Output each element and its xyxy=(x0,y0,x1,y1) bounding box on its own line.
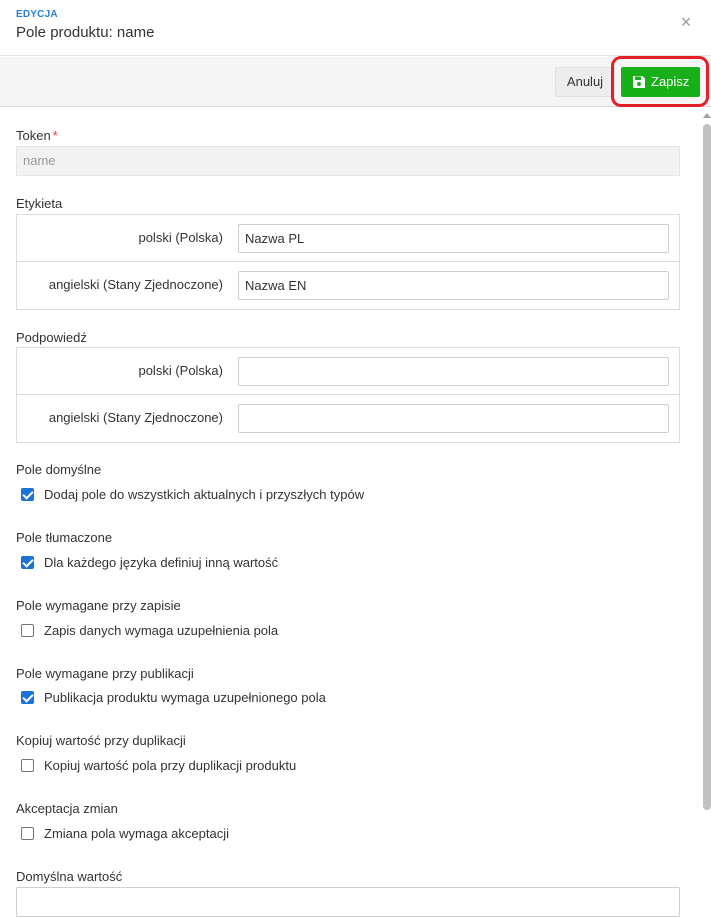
podpowiedz-row-pl: polski (Polska) xyxy=(17,348,679,395)
option-label-default[interactable]: Dodaj pole do wszystkich aktualnych i pr… xyxy=(44,487,364,502)
etykieta-label: Etykieta xyxy=(16,196,63,211)
lang-name-en: angielski (Stany Zjednoczone) xyxy=(48,277,223,292)
lang-name-pl: polski (Polska) xyxy=(138,363,223,378)
close-icon[interactable]: × xyxy=(678,13,694,31)
option-section-required-save: Pole wymagane przy zapisie xyxy=(16,598,181,613)
option-section-translated: Pole tłumaczone xyxy=(16,530,113,545)
option-section-accept-changes: Akceptacja zmian xyxy=(16,801,118,816)
podpowiedz-label: Podpowiedź xyxy=(16,330,87,345)
option-label-translated[interactable]: Dla każdego języka definiuj inną wartość xyxy=(44,555,278,570)
required-marker: * xyxy=(52,128,58,143)
scroll-up-arrow-icon[interactable] xyxy=(703,113,711,118)
podpowiedz-group: polski (Polska) angielski (Stany Zjednoc… xyxy=(16,347,680,443)
podpowiedz-en-input[interactable] xyxy=(238,404,669,433)
option-checkbox-default[interactable] xyxy=(21,488,34,501)
dialog-header: EDYCJA Pole produktu: name × xyxy=(0,0,711,56)
etykieta-row-en: angielski (Stany Zjednoczone) Nazwa EN xyxy=(17,262,679,309)
option-label-required-save[interactable]: Zapis danych wymaga uzupełnienia pola xyxy=(44,623,278,638)
scrollbar-thumb[interactable] xyxy=(703,124,711,810)
action-toolbar: Anuluj xyxy=(0,57,711,107)
default-value-label: Domyślna wartość xyxy=(16,869,123,884)
option-checkbox-required-save[interactable] xyxy=(21,624,34,637)
save-highlight-outline xyxy=(611,56,709,107)
lang-name-pl: polski (Polska) xyxy=(138,230,223,245)
lang-name-en: angielski (Stany Zjednoczone) xyxy=(48,410,223,425)
token-field: name xyxy=(16,146,680,176)
option-checkbox-copy-duplicate[interactable] xyxy=(21,759,34,772)
etykieta-group: polski (Polska) Nazwa PL angielski (Stan… xyxy=(16,214,680,310)
option-section-default: Pole domyślne xyxy=(16,462,102,477)
token-label: Token * xyxy=(16,128,58,143)
option-label-copy-duplicate[interactable]: Kopiuj wartość pola przy duplikacji prod… xyxy=(44,758,296,773)
option-label-required-publish[interactable]: Publikacja produktu wymaga uzupełnionego… xyxy=(44,690,326,705)
option-label-accept-changes[interactable]: Zmiana pola wymaga akceptacji xyxy=(44,826,229,841)
dialog-subtitle: EDYCJA xyxy=(16,9,58,20)
etykieta-row-pl: polski (Polska) Nazwa PL xyxy=(17,215,679,262)
option-section-required-publish: Pole wymagane przy publikacji xyxy=(16,666,194,681)
etykieta-pl-input[interactable]: Nazwa PL xyxy=(238,224,669,253)
podpowiedz-row-en: angielski (Stany Zjednoczone) xyxy=(17,395,679,442)
dialog-title: Pole produktu: name xyxy=(16,24,155,41)
option-section-copy-duplicate: Kopiuj wartość przy duplikacji xyxy=(16,733,186,748)
podpowiedz-pl-input[interactable] xyxy=(238,357,669,386)
cancel-button[interactable]: Anuluj xyxy=(555,67,615,97)
token-label-text: Token xyxy=(16,128,51,143)
option-checkbox-required-publish[interactable] xyxy=(21,691,34,704)
option-checkbox-translated[interactable] xyxy=(21,556,34,569)
etykieta-en-input[interactable]: Nazwa EN xyxy=(238,271,669,300)
default-value-input[interactable] xyxy=(16,887,680,917)
option-checkbox-accept-changes[interactable] xyxy=(21,827,34,840)
